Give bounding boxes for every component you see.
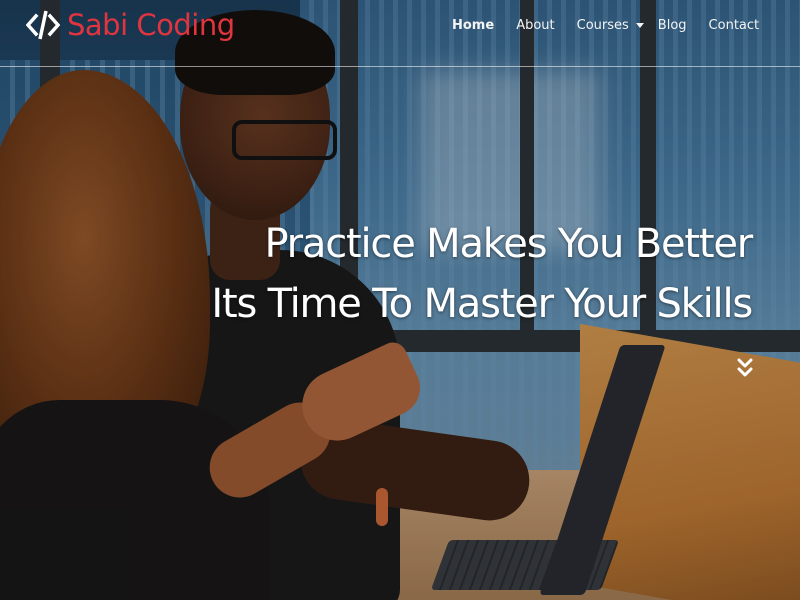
brand-name: Sabi Coding xyxy=(67,8,235,42)
hero-headline: Practice Makes You Better Its Time To Ma… xyxy=(211,214,753,334)
navbar: Sabi Coding Home About Courses Blog Cont… xyxy=(0,0,800,67)
hero-section: Sabi Coding Home About Courses Blog Cont… xyxy=(0,0,800,600)
double-chevron-down-icon[interactable] xyxy=(735,356,755,382)
hero-line-2: Its Time To Master Your Skills xyxy=(211,281,753,327)
nav-about[interactable]: About xyxy=(516,18,554,33)
caret-down-icon xyxy=(635,23,644,28)
nav-courses[interactable]: Courses xyxy=(576,18,644,33)
code-brackets-icon xyxy=(25,8,61,42)
main-nav: Home About Courses Blog Contact xyxy=(452,18,781,33)
nav-courses-label: Courses xyxy=(576,18,629,33)
nav-blog[interactable]: Blog xyxy=(658,18,687,33)
nav-home[interactable]: Home xyxy=(452,18,494,33)
brand-logo-link[interactable]: Sabi Coding xyxy=(25,8,235,42)
hero-line-1: Practice Makes You Better xyxy=(264,221,753,267)
nav-contact[interactable]: Contact xyxy=(709,18,760,33)
